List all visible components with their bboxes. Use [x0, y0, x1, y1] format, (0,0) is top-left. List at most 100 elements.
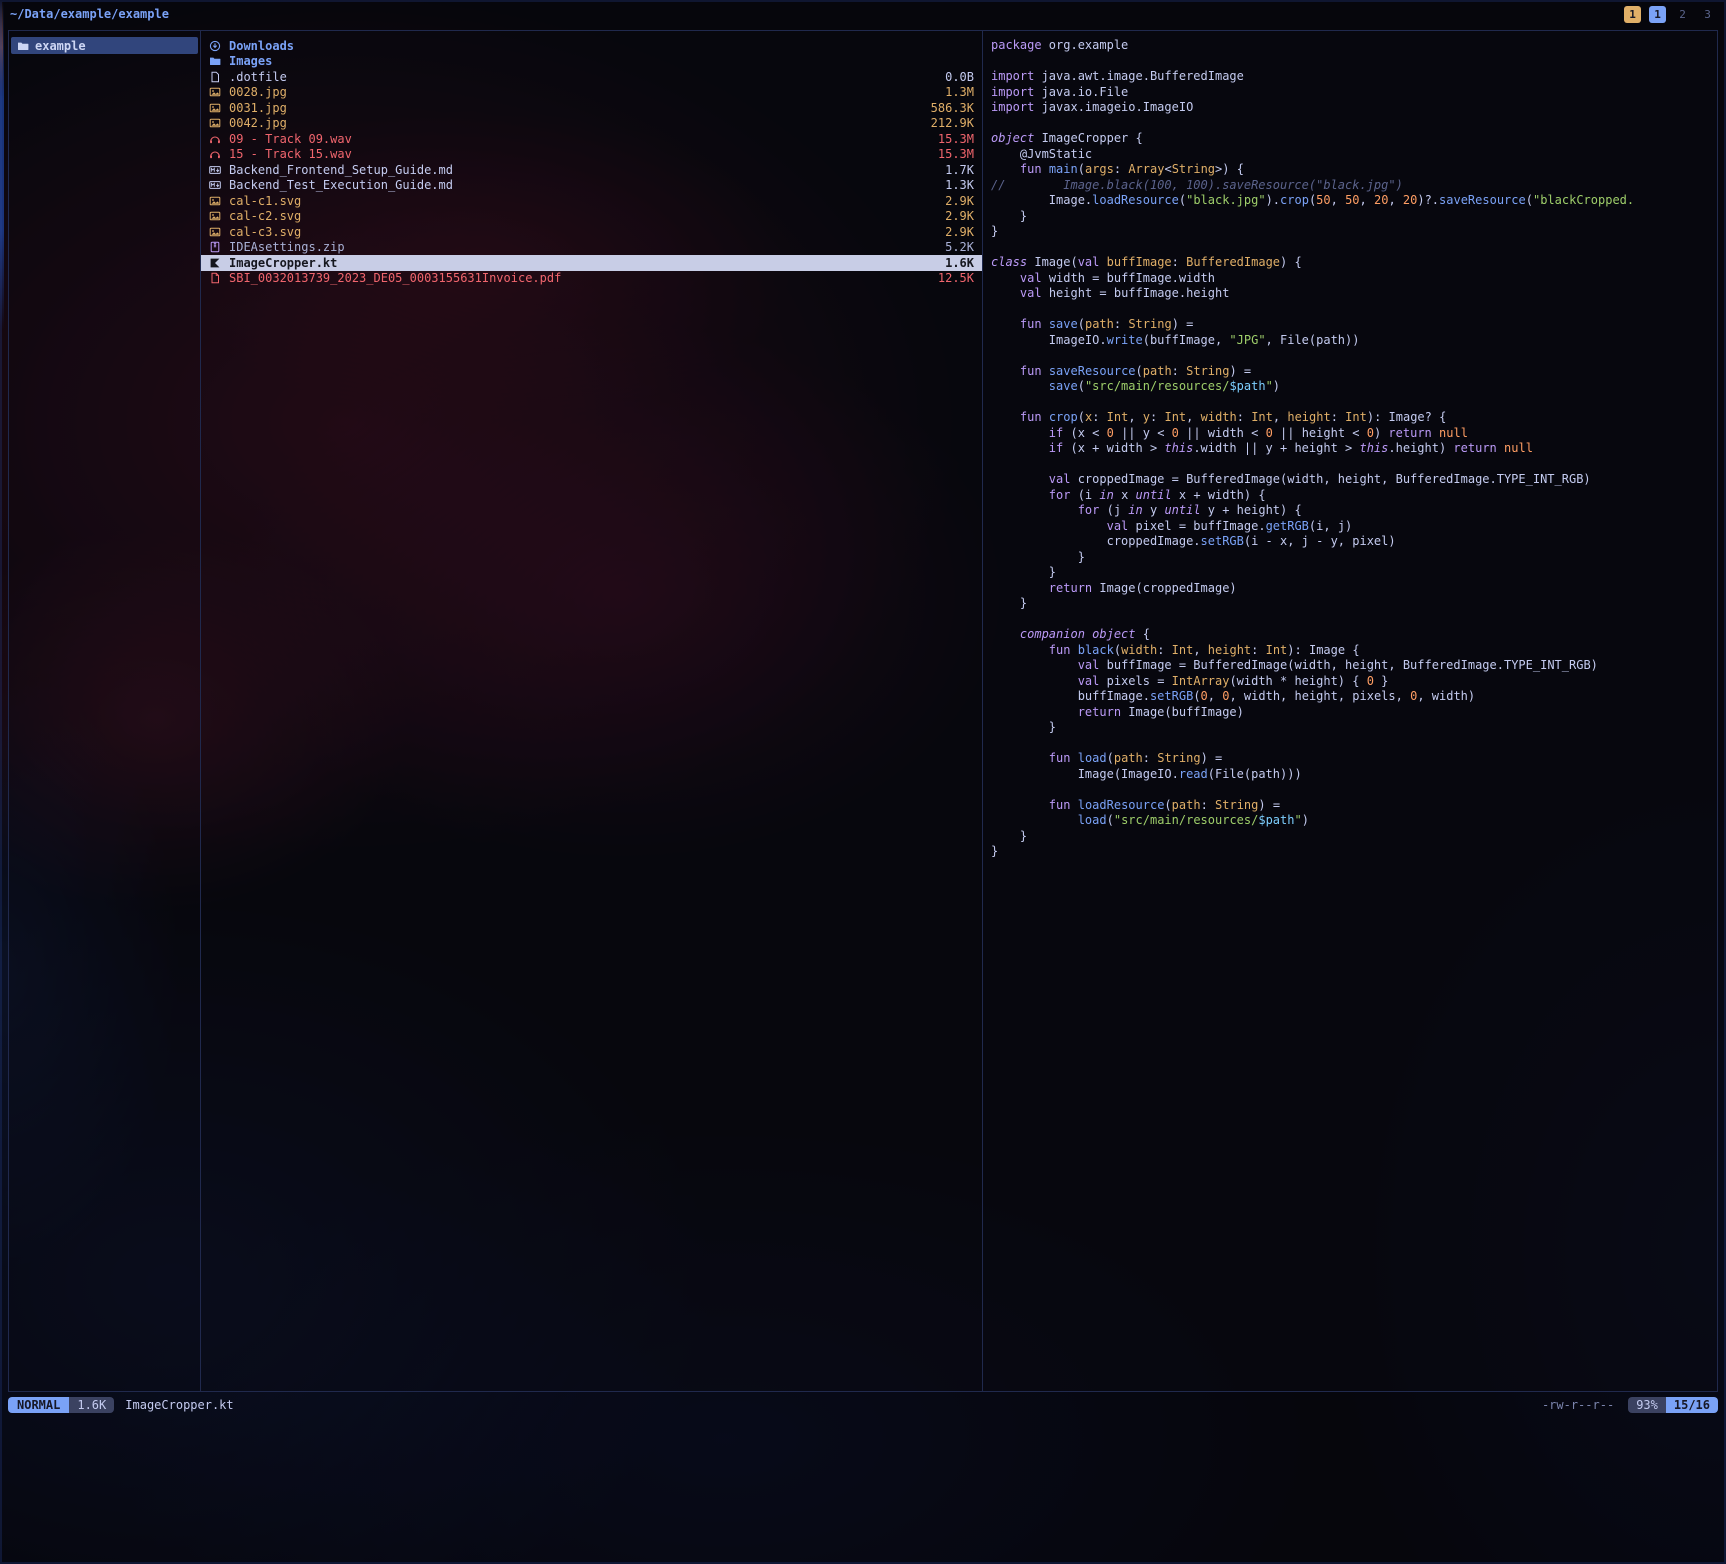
file-size: 12.5K [928, 271, 974, 285]
file-size: 1.6K [935, 256, 974, 270]
tab-2[interactable]: 2 [1674, 6, 1691, 23]
file-row[interactable]: SBI_0032013739_2023_DE05_0003155631Invoi… [201, 271, 982, 287]
file-row[interactable]: ImageCropper.kt 1.6K [201, 255, 982, 271]
code-line [991, 612, 1709, 628]
file-row[interactable]: 15 - Track 15.wav15.3M [201, 147, 982, 163]
status-right-group: -rw-r--r-- 93% 15/16 [1542, 1397, 1718, 1413]
file-size: 0.0B [935, 70, 974, 84]
file-row[interactable]: 0028.jpg 1.3M [201, 85, 982, 101]
terminal-window: ~/Data/example/example 1123 example Down… [0, 0, 1726, 1564]
code-line: fun save(path: String) = [991, 317, 1709, 333]
file-row[interactable]: .dotfile 0.0B [201, 69, 982, 85]
file-name: 0028.jpg [229, 85, 287, 99]
code-line: val pixel = buffImage.getRGB(i, j) [991, 519, 1709, 535]
file-row[interactable]: Backend_Frontend_Setup_Guide.md 1.7K [201, 162, 982, 178]
file-size: 1.7K [935, 163, 974, 177]
code-line: } [991, 829, 1709, 845]
folder-image-icon [209, 55, 223, 67]
breadcrumb-path: ~/Data/example/example [10, 7, 169, 21]
file-permissions: -rw-r--r-- [1542, 1398, 1614, 1412]
code-line: companion object { [991, 627, 1709, 643]
code-line: } [991, 844, 1709, 860]
file-row[interactable]: cal-c3.svg2.9K [201, 224, 982, 240]
file-size: 2.9K [935, 194, 974, 208]
file-name: 0042.jpg [229, 116, 287, 130]
status-filename: ImageCropper.kt [125, 1398, 233, 1412]
image-icon [209, 195, 223, 207]
file-name: Backend_Frontend_Setup_Guide.md [229, 163, 453, 177]
code-line: fun load(path: String) = [991, 751, 1709, 767]
file-row[interactable]: 0031.jpg586.3K [201, 100, 982, 116]
status-left-group: NORMAL 1.6K ImageCropper.kt [8, 1397, 234, 1413]
folder-icon [17, 40, 29, 52]
code-line: return Image(buffImage) [991, 705, 1709, 721]
parent-dir-list: example [9, 37, 200, 54]
code-line: } [991, 596, 1709, 612]
code-line: fun main(args: Array<String>) { [991, 162, 1709, 178]
code-line: fun black(width: Int, height: Int): Imag… [991, 643, 1709, 659]
code-line: return Image(croppedImage) [991, 581, 1709, 597]
file-row[interactable]: cal-c1.svg2.9K [201, 193, 982, 209]
tab-1[interactable]: 1 [1624, 6, 1641, 23]
parent-dir-item[interactable]: example [11, 37, 198, 54]
file-size: 1.3K [935, 178, 974, 192]
code-line: fun loadResource(path: String) = [991, 798, 1709, 814]
markdown-icon [209, 164, 223, 176]
tab-1[interactable]: 1 [1649, 6, 1666, 23]
status-bar: NORMAL 1.6K ImageCropper.kt -rw-r--r-- 9… [8, 1395, 1718, 1414]
file-row[interactable]: Images [201, 54, 982, 70]
code-preview: package org.example import java.awt.imag… [983, 31, 1717, 867]
code-line: } [991, 720, 1709, 736]
code-line: if (x < 0 || y < 0 || width < 0 || heigh… [991, 426, 1709, 442]
file-name: 15 - Track 15.wav [229, 147, 352, 161]
kotlin-icon [209, 257, 223, 269]
file-row[interactable]: Downloads [201, 38, 982, 54]
image-icon [209, 102, 223, 114]
file-name: Images [229, 54, 272, 68]
markdown-icon [209, 179, 223, 191]
tab-3[interactable]: 3 [1699, 6, 1716, 23]
audio-icon [209, 148, 223, 160]
image-icon [209, 117, 223, 129]
code-line: load("src/main/resources/$path") [991, 813, 1709, 829]
file-name: .dotfile [229, 70, 287, 84]
parent-dir-panel: example [8, 30, 201, 1392]
code-line: Image.loadResource("black.jpg").crop(50,… [991, 193, 1709, 209]
file-list-panel: DownloadsImages.dotfile0.0B0028.jpg1.3M0… [200, 30, 983, 1392]
code-line: for (i in x until x + width) { [991, 488, 1709, 504]
file-row[interactable]: Backend_Test_Execution_Guide.md1.3K [201, 178, 982, 194]
file-row[interactable]: IDEAsettings.zip5.2K [201, 240, 982, 256]
code-line: val height = buffImage.height [991, 286, 1709, 302]
image-icon [209, 86, 223, 98]
mode-indicator: NORMAL [8, 1397, 69, 1413]
code-line: } [991, 224, 1709, 240]
file-size: 586.3K [921, 101, 974, 115]
file-size: 5.2K [935, 240, 974, 254]
code-line: Image(ImageIO.read(File(path))) [991, 767, 1709, 783]
code-line [991, 54, 1709, 70]
cursor-position-badge: 15/16 [1666, 1397, 1718, 1413]
code-line [991, 736, 1709, 752]
code-line: save("src/main/resources/$path") [991, 379, 1709, 395]
file-size: 1.3M [935, 85, 974, 99]
preview-panel[interactable]: package org.example import java.awt.imag… [982, 30, 1718, 1392]
file-size: 15.3M [928, 132, 974, 146]
file-row[interactable]: 0042.jpg212.9K [201, 116, 982, 132]
scroll-percent-badge: 93% [1628, 1397, 1666, 1413]
file-size: 2.9K [935, 209, 974, 223]
code-line: val buffImage = BufferedImage(width, hei… [991, 658, 1709, 674]
file-row[interactable]: cal-c2.svg 2.9K [201, 209, 982, 225]
file-icon [209, 71, 223, 83]
file-row[interactable]: 09 - Track 09.wav 15.3M [201, 131, 982, 147]
header-bar: ~/Data/example/example 1123 [0, 0, 1726, 28]
code-line: val width = buffImage.width [991, 271, 1709, 287]
file-name: 09 - Track 09.wav [229, 132, 352, 146]
audio-icon [209, 133, 223, 145]
code-line: import java.io.File [991, 85, 1709, 101]
code-line: val croppedImage = BufferedImage(width, … [991, 472, 1709, 488]
file-list: DownloadsImages.dotfile0.0B0028.jpg1.3M0… [201, 31, 982, 286]
file-name: cal-c2.svg [229, 209, 301, 223]
desktop: ~/Data/example/example 1123 example Down… [0, 0, 1726, 1564]
file-name: ImageCropper.kt [229, 256, 337, 270]
code-line [991, 240, 1709, 256]
